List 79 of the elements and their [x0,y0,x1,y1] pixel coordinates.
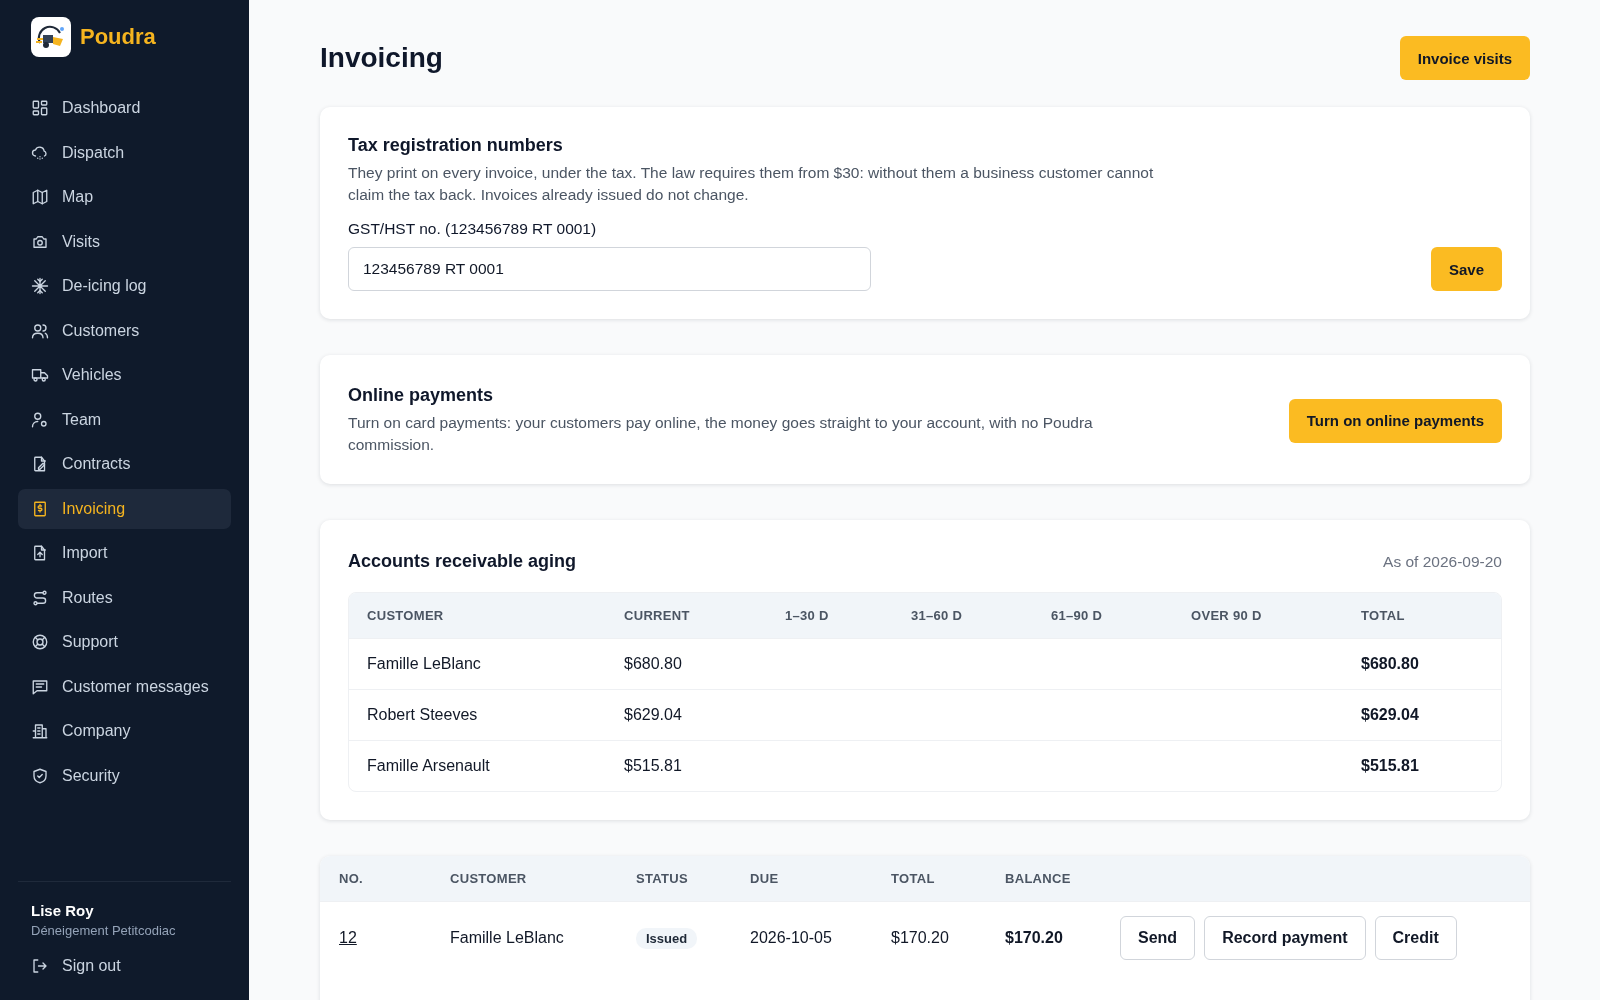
grid-icon [31,99,49,118]
column-header: CUSTOMER [367,608,445,623]
sidebar-item[interactable]: Support [18,622,231,663]
sidebar-item[interactable]: Vehicles [18,355,231,396]
sidebar-item[interactable]: Dashboard [18,88,231,129]
card-title: Accounts receivable aging [348,551,577,572]
sidebar-item[interactable]: Import [18,533,231,574]
sign-out-icon [31,956,49,975]
gst-number-field[interactable]: 123456789 RT 0001 [348,247,871,291]
message-icon [31,677,49,696]
table-cell-text: $515.81 [624,757,683,775]
table-cell-text: $515.81 [1361,757,1420,775]
building-icon [31,722,49,741]
field-label: GST/HST no. (123456789 RT 0001) [348,220,598,238]
action-button[interactable]: Credit [1374,916,1457,960]
column-header: CURRENT [624,608,691,623]
card-title: Online payments [348,385,495,406]
column-header: TOTAL [891,871,936,886]
sign-out-link[interactable]: Sign out [18,945,231,986]
table-cell-text: $629.04 [1361,706,1420,724]
online-payments-button[interactable]: Turn on online payments [1288,398,1502,443]
snowflake-icon [31,277,49,296]
page-title: Invoicing [320,42,443,74]
status-badge: Issued [636,928,698,949]
table-cell-text: $680.80 [1361,655,1420,673]
document-pen-icon [31,455,49,474]
column-header: BALANCE [1005,871,1072,886]
sidebar-item[interactable]: Routes [18,577,231,618]
map-icon [31,188,49,207]
users-icon [31,321,49,340]
column-header: DUE [750,871,780,886]
invoice-visits-button[interactable]: Invoice visits [1399,36,1530,80]
column-header: CUSTOMER [450,871,528,886]
action-button[interactable]: Record payment [1204,916,1366,960]
table-cell-text: Famille Arsenault [367,757,491,775]
table-cell-text: $170.20 [1005,929,1064,947]
table-cell-text: $680.80 [624,655,683,673]
column-header: 31–60 D [911,608,964,623]
truck-icon [31,366,49,385]
lifebuoy-icon [31,633,49,652]
table-cell-text: 2026-10-05 [750,929,833,947]
sidebar-item[interactable]: Dispatch [18,132,231,173]
column-header: OVER 90 D [1191,608,1263,623]
table-cell-text: Famille LeBlanc [367,655,482,673]
table-cell-text: $170.20 [891,929,950,947]
column-header: STATUS [636,871,689,886]
sidebar-item[interactable]: Company [18,711,231,752]
user-gear-icon [31,410,49,429]
sidebar-item[interactable]: Security [18,755,231,796]
sidebar-item[interactable]: Contracts [18,444,231,485]
shield-check-icon [31,766,49,785]
column-header: TOTAL [1361,608,1406,623]
card-description: Turn on card payments: your customers pay online, the money goes straight to your account, with no Poudra commission. [348,413,1094,455]
sidebar-item[interactable]: De-icing log [18,266,231,307]
invoice-number-link[interactable]: 12 [339,929,357,946]
card-title: Tax registration numbers [348,135,564,156]
sidebar-item[interactable]: Customer messages [18,666,231,707]
snowplow-logo-icon [31,17,71,57]
route-icon [31,588,49,607]
as-of-date: As of 2026-09-20 [1383,552,1502,571]
sidebar-item[interactable]: Map [18,177,231,218]
table-cell-text: Famille LeBlanc [450,929,565,947]
app-name: Poudra [80,24,156,50]
sidebar-item[interactable]: Customers [18,310,231,351]
sidebar-item[interactable]: Visits [18,221,231,262]
user-name: Lise Roy [30,901,95,919]
column-header: 61–90 D [1051,608,1104,623]
table-cell-text: $629.04 [624,706,683,724]
sidebar-item[interactable]: Team [18,399,231,440]
action-button[interactable]: Send [1120,916,1196,960]
table-cell-text: Robert Steeves [367,706,479,724]
column-header: NO. [339,871,364,886]
upload-document-icon [31,544,49,563]
company-name: Déneigement Petitcodiac [30,922,177,938]
card-description: They print on every invoice, under the tax. The law requires them from $30: without them a business customer cannot claim the tax back. Invoices already issued do not change. [348,163,1155,205]
dollar-document-icon [31,499,49,518]
column-header: 1–30 D [785,608,830,623]
sidebar-item[interactable]: Invoicing [18,488,231,529]
save-button[interactable]: Save [1430,247,1502,291]
